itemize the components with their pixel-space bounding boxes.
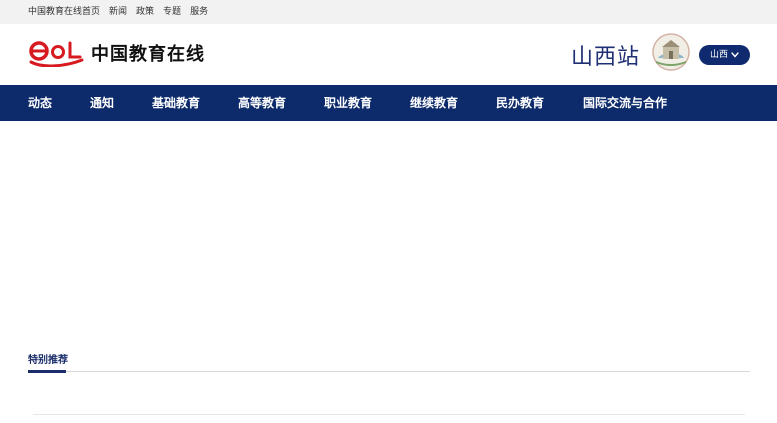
section-title-underline (28, 370, 66, 373)
station-emblem-icon (652, 33, 690, 71)
top-link-home[interactable]: 中国教育在线首页 (28, 6, 100, 18)
eol-logo-icon (29, 41, 84, 67)
top-links: 中国教育在线首页 新闻 政策 专题 服务 (28, 6, 208, 18)
site-logo[interactable]: 中国教育在线 (28, 39, 205, 67)
nav-item-basic-education[interactable]: 基础教育 (152, 85, 200, 121)
nav-item-vocational-education[interactable]: 职业教育 (324, 85, 372, 121)
section-title-featured: 特别推荐 (28, 355, 68, 366)
nav-item-news[interactable]: 动态 (28, 85, 52, 121)
site-header: 中国教育在线 山西站 山西 (0, 24, 777, 85)
chevron-down-icon (731, 52, 739, 58)
region-selector-button[interactable]: 山西 (699, 45, 750, 65)
top-utility-bar: 中国教育在线首页 新闻 政策 专题 服务 (0, 0, 777, 24)
nav-item-higher-education[interactable]: 高等教育 (238, 85, 286, 121)
top-link-service[interactable]: 服务 (190, 6, 208, 18)
nav-item-international[interactable]: 国际交流与合作 (583, 85, 667, 121)
region-label: 山西 (709, 50, 728, 60)
nav-item-private-education[interactable]: 民办教育 (496, 85, 544, 121)
nav-item-continuing-education[interactable]: 继续教育 (410, 85, 458, 121)
top-link-news[interactable]: 新闻 (109, 6, 127, 18)
top-link-policy[interactable]: 政策 (136, 6, 154, 18)
top-link-topics[interactable]: 专题 (163, 6, 181, 18)
nav-item-notices[interactable]: 通知 (90, 85, 114, 121)
content-divider (33, 414, 745, 415)
main-nav: 动态 通知 基础教育 高等教育 职业教育 继续教育 民办教育 国际交流与合作 (0, 85, 777, 121)
section-divider (28, 371, 750, 372)
station-title: 山西站 (571, 45, 641, 70)
logo-text: 中国教育在线 (91, 44, 205, 65)
